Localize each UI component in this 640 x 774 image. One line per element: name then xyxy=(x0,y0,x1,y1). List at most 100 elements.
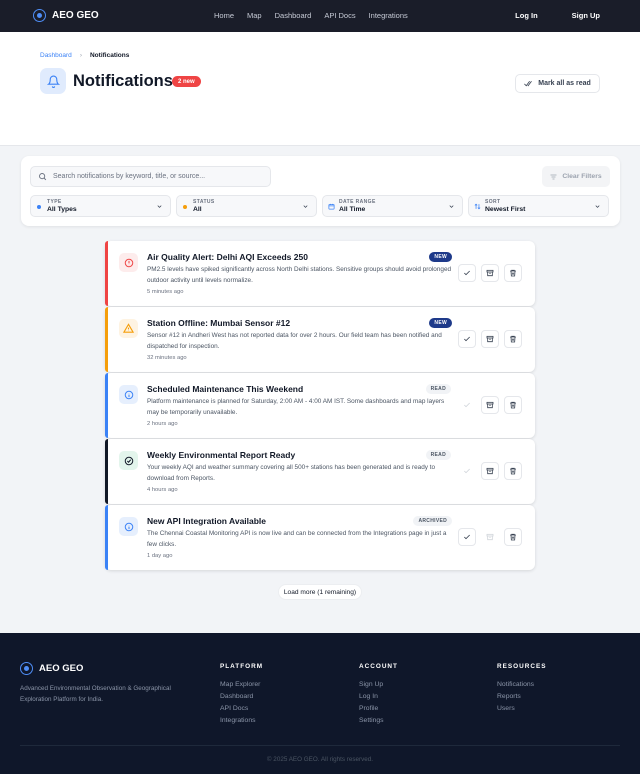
mark-all-read-label: Mark all as read xyxy=(538,80,591,87)
status-badge: READ xyxy=(425,450,451,460)
archive-button[interactable] xyxy=(481,264,499,282)
footer-link-api-docs[interactable]: API Docs xyxy=(220,703,263,715)
mark-read-button xyxy=(458,396,476,414)
type-label: TYPE xyxy=(47,199,62,205)
delete-button[interactable] xyxy=(504,396,522,414)
mark-read-button[interactable] xyxy=(458,264,476,282)
archive-icon xyxy=(486,335,494,343)
type-dot-icon xyxy=(37,205,41,209)
mark-read-button[interactable] xyxy=(458,528,476,546)
calendar-icon xyxy=(328,203,335,210)
notification-time: 5 minutes ago xyxy=(147,289,184,295)
notification-card[interactable]: Air Quality Alert: Delhi AQI Exceeds 250… xyxy=(105,241,535,306)
sort-value: Newest First xyxy=(485,206,526,213)
chevron-down-icon xyxy=(157,205,162,208)
clear-filters-button[interactable]: Clear Filters xyxy=(542,166,610,187)
footer-link-sign-up[interactable]: Sign Up xyxy=(359,679,398,691)
footer-link-settings[interactable]: Settings xyxy=(359,715,398,727)
nav-link-home[interactable]: Home xyxy=(214,11,234,20)
date-range-label: DATE RANGE xyxy=(339,199,376,205)
sort-label: SORT xyxy=(485,199,501,205)
load-more-button[interactable]: Load more (1 remaining) xyxy=(278,584,362,600)
archive-button[interactable] xyxy=(481,396,499,414)
copyright: © 2025 AEO GEO. All rights reserved. xyxy=(266,756,374,763)
delete-button[interactable] xyxy=(504,264,522,282)
info-circle-icon xyxy=(119,385,138,404)
top-navbar: AEO GEO Home Map Dashboard API Docs Inte… xyxy=(0,0,640,32)
type-value: All Types xyxy=(47,206,77,213)
mark-read-button[interactable] xyxy=(458,330,476,348)
login-button[interactable]: Log In xyxy=(515,11,538,20)
footer-link-reports[interactable]: Reports xyxy=(497,691,546,703)
notification-title: Air Quality Alert: Delhi AQI Exceeds 250 xyxy=(147,252,308,262)
accent-bar xyxy=(105,505,108,570)
notification-time: 1 day ago xyxy=(147,553,173,559)
notification-title: Station Offline: Mumbai Sensor #12 xyxy=(147,318,291,328)
notification-card[interactable]: Scheduled Maintenance This Weekend READ … xyxy=(105,373,535,438)
archive-button[interactable] xyxy=(481,330,499,348)
notification-card[interactable]: New API Integration Available ARCHIVED T… xyxy=(105,505,535,570)
notification-body: Sensor #12 in Andheri West has not repor… xyxy=(147,332,442,350)
mark-all-read-button[interactable]: Mark all as read xyxy=(515,74,600,93)
info-circle-icon xyxy=(119,517,138,536)
footer-link-users[interactable]: Users xyxy=(497,703,546,715)
footer-link-log-in[interactable]: Log In xyxy=(359,691,398,703)
nav-link-integrations[interactable]: Integrations xyxy=(369,11,408,20)
footer-heading: PLATFORM xyxy=(220,663,264,670)
nav-link-api-docs[interactable]: API Docs xyxy=(324,11,355,20)
sort-arrows-icon xyxy=(474,203,481,210)
footer-link-map-explorer[interactable]: Map Explorer xyxy=(220,679,263,691)
breadcrumb-current: Notifications xyxy=(89,52,130,59)
archive-icon xyxy=(486,269,494,277)
archive-button[interactable] xyxy=(481,462,499,480)
status-badge: NEW xyxy=(429,318,452,328)
bell-icon xyxy=(40,68,66,94)
sort-select[interactable]: SORT Newest First xyxy=(468,195,609,217)
trash-icon xyxy=(510,269,516,277)
notification-card[interactable]: Station Offline: Mumbai Sensor #12 NEW S… xyxy=(105,307,535,372)
search-input[interactable]: Search notifications by keyword, title, … xyxy=(30,166,271,187)
notification-time: 32 minutes ago xyxy=(147,355,187,361)
date-range-value: All Time xyxy=(339,206,366,213)
chevron-down-icon xyxy=(303,205,308,208)
signup-button[interactable]: Sign Up xyxy=(572,11,600,20)
delete-button[interactable] xyxy=(504,528,522,546)
type-select[interactable]: TYPE All Types xyxy=(30,195,171,217)
archive-button xyxy=(481,528,499,546)
search-icon xyxy=(39,173,47,181)
filter-lines-icon xyxy=(550,174,557,179)
notification-time: 4 hours ago xyxy=(147,487,178,493)
logo-icon xyxy=(33,9,46,22)
filter-panel: Search notifications by keyword, title, … xyxy=(21,156,620,226)
footer-link-profile[interactable]: Profile xyxy=(359,703,398,715)
date-range-select[interactable]: DATE RANGE All Time xyxy=(322,195,463,217)
delete-button[interactable] xyxy=(504,330,522,348)
status-select[interactable]: STATUS All xyxy=(176,195,317,217)
chevron-down-icon xyxy=(449,205,454,208)
trash-icon xyxy=(510,467,516,475)
status-label: STATUS xyxy=(193,199,215,205)
nav-link-map[interactable]: Map xyxy=(247,11,262,20)
check-icon xyxy=(464,402,470,408)
accent-bar xyxy=(105,307,108,372)
logo-icon xyxy=(20,662,33,675)
status-badge: READ xyxy=(425,384,451,394)
archive-icon xyxy=(486,401,494,409)
alert-circle-icon xyxy=(119,253,138,272)
check-icon xyxy=(464,336,470,342)
footer-link-dashboard[interactable]: Dashboard xyxy=(220,691,263,703)
footer-brand[interactable]: AEO GEO xyxy=(20,662,83,675)
archive-icon xyxy=(486,533,494,541)
footer-link-notifications[interactable]: Notifications xyxy=(497,679,546,691)
delete-button[interactable] xyxy=(504,462,522,480)
brand-logo[interactable]: AEO GEO xyxy=(33,9,99,22)
footer-platform-column: PLATFORM Map Explorer Dashboard API Docs… xyxy=(220,663,263,727)
footer-link-integrations[interactable]: Integrations xyxy=(220,715,263,727)
nav-link-dashboard[interactable]: Dashboard xyxy=(275,11,312,20)
notification-card[interactable]: Weekly Environmental Report Ready READ Y… xyxy=(105,439,535,504)
notification-body: Your weekly AQI and weather summary cove… xyxy=(147,464,436,482)
trash-icon xyxy=(510,533,516,541)
breadcrumb-dashboard[interactable]: Dashboard xyxy=(40,52,72,59)
trash-icon xyxy=(510,401,516,409)
check-icon xyxy=(464,534,470,540)
